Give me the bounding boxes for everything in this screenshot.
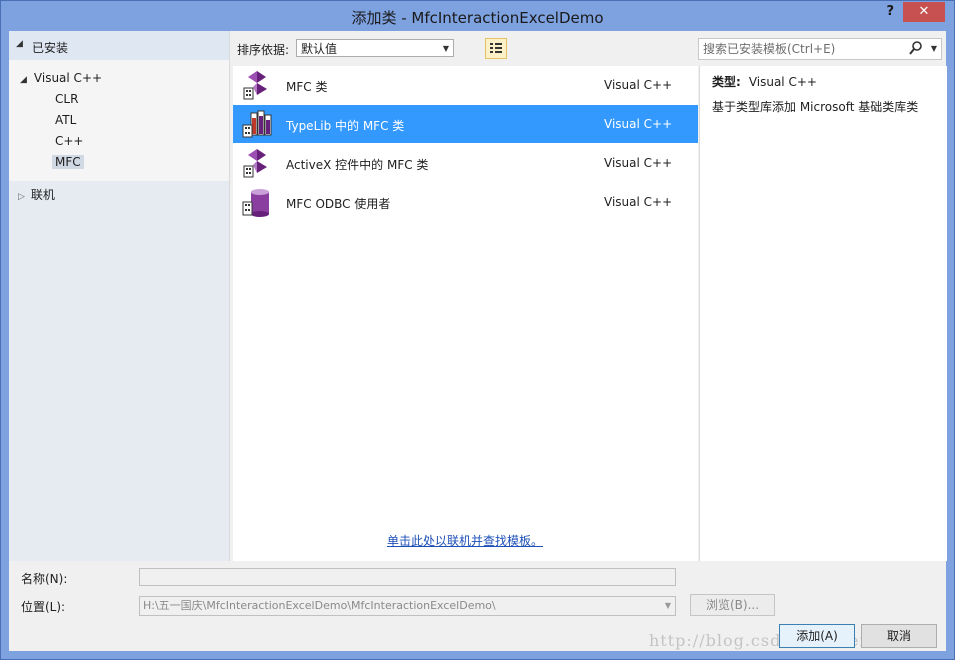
template-language: Visual C++ [604, 78, 673, 92]
help-button[interactable]: ? [886, 4, 894, 19]
close-button[interactable]: ✕ [903, 2, 945, 22]
type-label: 类型: [712, 75, 741, 89]
add-button[interactable]: 添加(A) [779, 624, 855, 648]
template-language: Visual C++ [604, 117, 673, 131]
tree-node-mfc[interactable]: MFC [52, 153, 84, 171]
template-row-typelib[interactable]: TypeLib 中的 MFC 类 Visual C++ [233, 105, 698, 143]
chevron-down-icon: ▼ [442, 44, 449, 53]
template-row-activex[interactable]: ActiveX 控件中的 MFC 类 Visual C++ [233, 144, 698, 182]
sort-dropdown[interactable]: 默认值 ▼ [296, 39, 454, 57]
expand-arrow-icon[interactable]: ◢ [20, 75, 27, 85]
tree-node-clr[interactable]: CLR [55, 90, 78, 108]
window-title: 添加类 - MfcInteractionExcelDemo [351, 9, 604, 27]
cancel-button[interactable]: 取消 [861, 624, 937, 648]
template-row-odbc[interactable]: MFC ODBC 使用者 Visual C++ [233, 183, 698, 221]
tree-node-label: Visual C++ [33, 71, 103, 85]
tree-node-cpp[interactable]: C++ [55, 132, 84, 150]
list-view-button[interactable] [485, 38, 507, 59]
mfc-class-icon [241, 69, 273, 101]
template-name: MFC 类 [286, 80, 328, 94]
template-row-mfc-class[interactable]: MFC 类 Visual C++ [233, 66, 698, 104]
search-icon[interactable] [909, 40, 923, 62]
chevron-down-icon: ▼ [664, 601, 671, 610]
collapse-arrow-icon[interactable]: ◢ [16, 39, 23, 49]
type-row: 类型: Visual C++ [712, 73, 817, 90]
type-value: Visual C++ [748, 75, 817, 89]
installed-header[interactable]: ◢ 已安装 [9, 31, 229, 60]
template-name: ActiveX 控件中的 MFC 类 [286, 158, 429, 172]
sort-label: 排序依据: [237, 43, 290, 57]
search-input[interactable]: 搜索已安装模板(Ctrl+E) ▼ [698, 38, 942, 60]
tree-node-atl[interactable]: ATL [55, 111, 76, 129]
template-language: Visual C++ [604, 156, 673, 170]
tree-node-online[interactable]: ▷ 联机 [18, 186, 55, 203]
tree-node-visual-cpp[interactable]: ◢ Visual C++ [20, 69, 102, 87]
expand-arrow-icon[interactable]: ▷ [18, 192, 25, 202]
tree-node-label: 联机 [30, 188, 55, 202]
dialog-window: 添加类 - MfcInteractionExcelDemo ? ✕ ◢ 已安装 … [0, 0, 955, 660]
installed-label: 已安装 [32, 41, 69, 55]
description-text: 基于类型库添加 Microsoft 基础类库类 [712, 100, 919, 114]
online-templates-link[interactable]: 单击此处以联机并查找模板。 [387, 532, 543, 549]
template-list: MFC 类 Visual C++ TypeLib 中的 MFC 类 Visual… [233, 66, 698, 561]
dialog-client: ◢ 已安装 ◢ Visual C++ CLR ATL C++ MFC ▷ 联机 排序… [9, 31, 947, 651]
location-value: H:\五一国庆\MfcInteractionExcelDemo\MfcInter… [143, 599, 496, 612]
online-area: ▷ 联机 [9, 181, 229, 561]
location-field[interactable]: H:\五一国庆\MfcInteractionExcelDemo\MfcInter… [139, 596, 676, 616]
activex-icon [241, 147, 273, 179]
search-placeholder: 搜索已安装模板(Ctrl+E) [703, 42, 836, 56]
list-view-icon [490, 43, 502, 53]
name-label: 名称(N): [21, 572, 68, 586]
title-bar[interactable]: 添加类 - MfcInteractionExcelDemo ? ✕ [1, 1, 954, 31]
name-field[interactable] [139, 568, 676, 586]
sort-value: 默认值 [301, 42, 338, 56]
typelib-icon [241, 108, 273, 140]
template-description-panel: 类型: Visual C++ 基于类型库添加 Microsoft 基础类库类 [699, 66, 947, 561]
browse-button[interactable]: 浏览(B)... [690, 594, 775, 616]
tree-node-label: MFC [52, 155, 84, 169]
database-icon [241, 186, 273, 218]
chevron-down-icon[interactable]: ▼ [931, 39, 937, 59]
template-tree-panel: ◢ 已安装 ◢ Visual C++ CLR ATL C++ MFC ▷ 联机 [9, 31, 230, 561]
template-name: MFC ODBC 使用者 [286, 197, 391, 211]
location-label: 位置(L): [21, 600, 66, 614]
template-language: Visual C++ [604, 195, 673, 209]
template-name: TypeLib 中的 MFC 类 [286, 119, 405, 133]
